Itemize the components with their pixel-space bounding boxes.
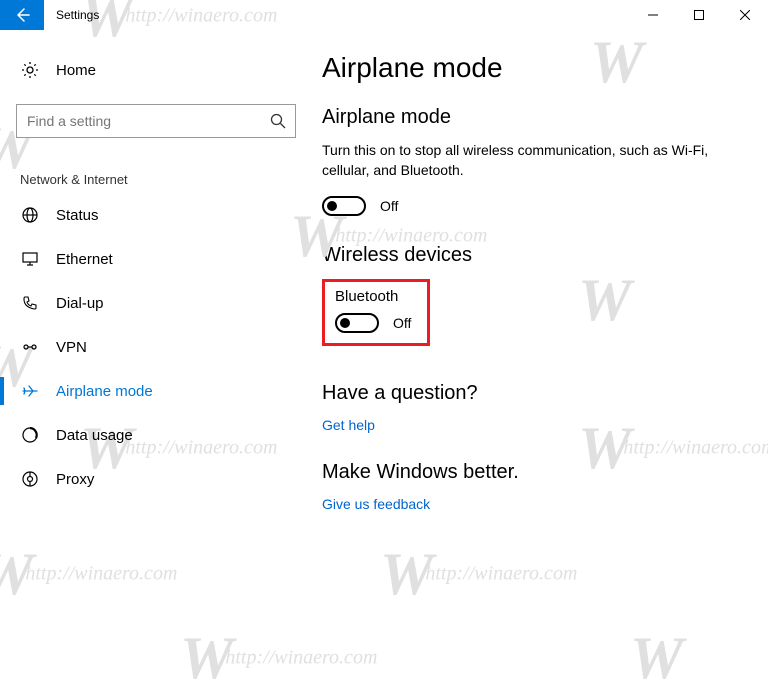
- sidebar: Home Network & Internet Status Ethernet …: [0, 30, 312, 687]
- window-controls: [630, 0, 768, 30]
- home-label: Home: [56, 62, 96, 79]
- airplane-mode-toggle[interactable]: [322, 196, 366, 216]
- settings-window: Whttp://winaero.com W W Whttp://winaero.…: [0, 0, 768, 687]
- gear-icon: [20, 60, 40, 80]
- proxy-icon: [20, 469, 40, 489]
- nav-item-status[interactable]: Status: [0, 193, 312, 237]
- bluetooth-toggle-state: Off: [393, 315, 411, 331]
- airplane-mode-toggle-row: Off: [322, 196, 728, 216]
- bluetooth-toggle-row: Off: [335, 313, 411, 333]
- nav-label: Airplane mode: [56, 383, 153, 400]
- titlebar: Settings: [0, 0, 768, 30]
- data-usage-icon: [20, 425, 40, 445]
- bluetooth-label: Bluetooth: [335, 288, 411, 305]
- airplane-mode-section-title: Airplane mode: [322, 106, 728, 129]
- bluetooth-toggle[interactable]: [335, 313, 379, 333]
- close-button[interactable]: [722, 0, 768, 30]
- nav-item-ethernet[interactable]: Ethernet: [0, 237, 312, 281]
- question-section-title: Have a question?: [322, 382, 728, 405]
- bluetooth-highlight-box: Bluetooth Off: [322, 279, 430, 346]
- page-title: Airplane mode: [322, 52, 728, 84]
- nav-item-data-usage[interactable]: Data usage: [0, 413, 312, 457]
- back-button[interactable]: [0, 0, 44, 30]
- search-box[interactable]: [16, 104, 296, 138]
- nav-item-airplane-mode[interactable]: Airplane mode: [0, 369, 312, 413]
- phone-icon: [20, 293, 40, 313]
- nav-label: Data usage: [56, 427, 133, 444]
- vpn-icon: [20, 337, 40, 357]
- nav-label: Status: [56, 207, 99, 224]
- nav-label: Ethernet: [56, 251, 113, 268]
- airplane-mode-toggle-state: Off: [380, 198, 398, 214]
- nav-label: Dial-up: [56, 295, 104, 312]
- give-feedback-link[interactable]: Give us feedback: [322, 496, 728, 512]
- feedback-section-title: Make Windows better.: [322, 461, 728, 484]
- search-input[interactable]: [17, 105, 295, 137]
- maximize-button[interactable]: [676, 0, 722, 30]
- airplane-icon: [20, 381, 40, 401]
- nav-item-vpn[interactable]: VPN: [0, 325, 312, 369]
- wireless-devices-section-title: Wireless devices: [322, 244, 728, 267]
- nav-label: VPN: [56, 339, 87, 356]
- search-icon: [269, 112, 287, 133]
- nav-group-header: Network & Internet: [0, 138, 312, 193]
- nav-label: Proxy: [56, 471, 94, 488]
- home-nav[interactable]: Home: [0, 50, 312, 90]
- nav-item-proxy[interactable]: Proxy: [0, 457, 312, 501]
- airplane-mode-description: Turn this on to stop all wireless commun…: [322, 141, 722, 180]
- window-title: Settings: [56, 8, 99, 22]
- get-help-link[interactable]: Get help: [322, 417, 728, 433]
- nav-item-dialup[interactable]: Dial-up: [0, 281, 312, 325]
- monitor-icon: [20, 249, 40, 269]
- globe-icon: [20, 205, 40, 225]
- minimize-button[interactable]: [630, 0, 676, 30]
- content-pane: Airplane mode Airplane mode Turn this on…: [312, 30, 768, 687]
